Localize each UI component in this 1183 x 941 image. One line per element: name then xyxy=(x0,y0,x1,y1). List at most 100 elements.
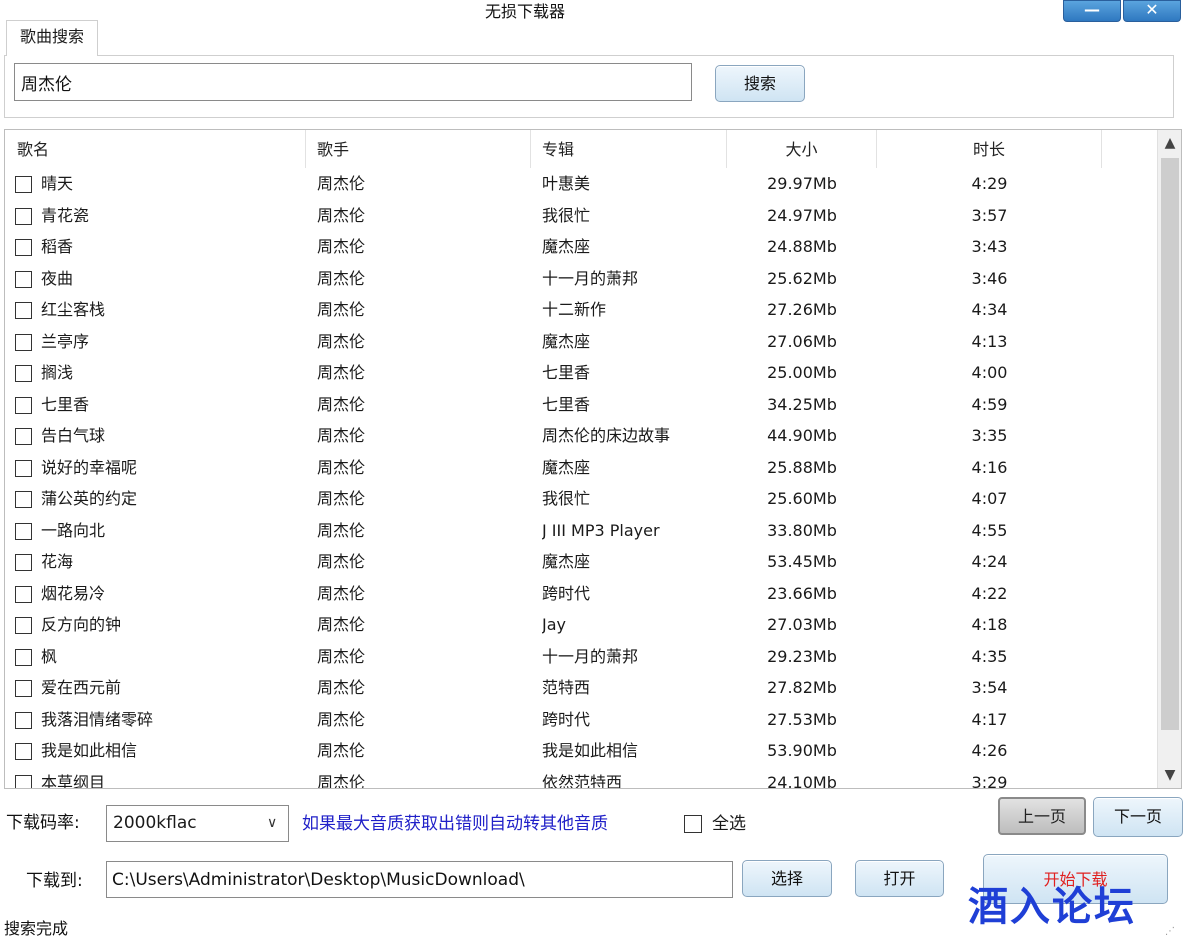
bitrate-select[interactable]: 2000kflac ∨ xyxy=(106,805,289,842)
artist-name: 周杰伦 xyxy=(317,520,366,540)
watermark-logo: 酒入论坛 xyxy=(968,884,1136,930)
artist-name: 周杰伦 xyxy=(317,489,366,508)
row-checkbox[interactable] xyxy=(15,522,32,540)
row-checkbox[interactable] xyxy=(15,585,32,603)
vertical-scrollbar[interactable]: ▲ ▼ xyxy=(1157,130,1181,788)
duration: 4:55 xyxy=(971,520,1008,540)
scroll-thumb[interactable] xyxy=(1161,158,1179,730)
column-header-duration[interactable]: 时长 xyxy=(877,130,1102,168)
row-checkbox[interactable] xyxy=(15,302,32,319)
status-text: 搜索完成 xyxy=(4,919,69,938)
song-name: 兰亭序 xyxy=(41,331,90,351)
next-page-button[interactable]: 下一页 xyxy=(1093,797,1183,837)
row-checkbox[interactable] xyxy=(15,554,32,571)
search-button[interactable]: 搜索 xyxy=(715,65,805,102)
table-row[interactable]: 告白气球 周杰伦 周杰伦的床边故事 44.90Mb 3:35 xyxy=(5,420,1155,452)
column-header-name[interactable]: 歌名 xyxy=(5,130,306,168)
minimize-button[interactable]: — xyxy=(1063,0,1121,22)
row-checkbox[interactable] xyxy=(15,617,32,634)
table-row[interactable]: 夜曲 周杰伦 十一月的萧邦 25.62Mb 3:46 xyxy=(5,263,1155,295)
row-checkbox[interactable] xyxy=(15,270,32,288)
album-name: 叶惠美 xyxy=(542,174,591,193)
file-size: 23.66Mb xyxy=(767,583,837,603)
choose-folder-button[interactable]: 选择 xyxy=(742,860,832,897)
prev-page-button[interactable]: 上一页 xyxy=(998,797,1086,835)
file-size: 25.88Mb xyxy=(767,457,837,477)
row-checkbox[interactable] xyxy=(15,333,32,351)
scroll-up-arrow-icon[interactable]: ▲ xyxy=(1158,130,1181,156)
table-row[interactable]: 我落泪情绪零碎 周杰伦 跨时代 27.53Mb 4:17 xyxy=(5,704,1155,736)
duration: 4:17 xyxy=(971,709,1008,729)
file-size: 25.60Mb xyxy=(767,489,837,508)
file-size: 24.97Mb xyxy=(767,205,837,225)
row-checkbox[interactable] xyxy=(15,459,32,477)
table-row[interactable]: 红尘客栈 周杰伦 十二新作 27.26Mb 4:34 xyxy=(5,294,1155,326)
checkbox-icon[interactable] xyxy=(684,815,702,833)
row-checkbox[interactable] xyxy=(15,743,32,760)
column-header-album[interactable]: 专辑 xyxy=(531,130,727,168)
row-checkbox[interactable] xyxy=(15,680,32,697)
column-header-size[interactable]: 大小 xyxy=(727,130,877,168)
chevron-down-icon[interactable]: ∨ xyxy=(267,806,277,841)
row-checkbox[interactable] xyxy=(15,774,32,788)
row-checkbox[interactable] xyxy=(15,491,32,508)
song-table: 歌名 歌手 专辑 大小 时长 晴天 周杰伦 叶惠美 29.97Mb 4:29 青花瓷 周杰伦… xyxy=(4,129,1182,789)
table-row[interactable]: 搁浅 周杰伦 七里香 25.00Mb 4:00 xyxy=(5,357,1155,389)
file-size: 44.90Mb xyxy=(767,426,837,445)
song-name: 花海 xyxy=(41,552,74,571)
table-row[interactable]: 反方向的钟 周杰伦 Jay 27.03Mb 4:18 xyxy=(5,609,1155,641)
download-path-input[interactable] xyxy=(106,861,733,898)
song-name: 七里香 xyxy=(41,394,90,414)
row-checkbox[interactable] xyxy=(15,428,32,445)
artist-name: 周杰伦 xyxy=(317,678,366,697)
file-size: 27.82Mb xyxy=(767,678,837,697)
song-name: 稻香 xyxy=(41,237,74,256)
table-row[interactable]: 说好的幸福呢 周杰伦 魔杰座 25.88Mb 4:16 xyxy=(5,452,1155,484)
open-folder-button[interactable]: 打开 xyxy=(855,860,944,897)
file-size: 34.25Mb xyxy=(767,394,837,414)
tab-song-search[interactable]: 歌曲搜索 xyxy=(6,20,98,56)
artist-name: 周杰伦 xyxy=(317,394,366,414)
song-name: 告白气球 xyxy=(41,426,106,445)
artist-name: 周杰伦 xyxy=(317,552,366,571)
album-name: 范特西 xyxy=(542,678,591,697)
table-row[interactable]: 枫 周杰伦 十一月的萧邦 29.23Mb 4:35 xyxy=(5,641,1155,673)
close-button[interactable]: ✕ xyxy=(1123,0,1181,22)
song-name: 青花瓷 xyxy=(41,205,90,225)
table-row[interactable]: 七里香 周杰伦 七里香 34.25Mb 4:59 xyxy=(5,389,1155,421)
row-checkbox[interactable] xyxy=(15,711,32,729)
table-row[interactable]: 稻香 周杰伦 魔杰座 24.88Mb 3:43 xyxy=(5,231,1155,263)
table-row[interactable]: 晴天 周杰伦 叶惠美 29.97Mb 4:29 xyxy=(5,168,1155,200)
table-row[interactable]: 本草纲目 周杰伦 依然范特西 24.10Mb 3:29 xyxy=(5,767,1155,789)
row-checkbox[interactable] xyxy=(15,396,32,414)
row-checkbox[interactable] xyxy=(15,176,32,193)
table-row[interactable]: 爱在西元前 周杰伦 范特西 27.82Mb 3:54 xyxy=(5,672,1155,704)
album-name: 我很忙 xyxy=(542,489,591,508)
duration: 3:57 xyxy=(971,205,1008,225)
album-name: 依然范特西 xyxy=(542,772,623,789)
duration: 4:24 xyxy=(971,552,1008,571)
column-header-artist[interactable]: 歌手 xyxy=(306,130,531,168)
row-checkbox[interactable] xyxy=(15,207,32,225)
search-input[interactable] xyxy=(14,63,692,101)
artist-name: 周杰伦 xyxy=(317,205,366,225)
album-name: 周杰伦的床边故事 xyxy=(542,426,671,445)
row-checkbox[interactable] xyxy=(15,648,32,666)
table-row[interactable]: 蒲公英的约定 周杰伦 我很忙 25.60Mb 4:07 xyxy=(5,483,1155,515)
scroll-down-arrow-icon[interactable]: ▼ xyxy=(1158,762,1181,788)
artist-name: 周杰伦 xyxy=(317,426,366,445)
song-name: 蒲公英的约定 xyxy=(41,489,138,508)
table-row[interactable]: 花海 周杰伦 魔杰座 53.45Mb 4:24 xyxy=(5,546,1155,578)
table-row[interactable]: 烟花易冷 周杰伦 跨时代 23.66Mb 4:22 xyxy=(5,578,1155,610)
album-name: 魔杰座 xyxy=(542,237,591,256)
table-row[interactable]: 一路向北 周杰伦 J III MP3 Player 33.80Mb 4:55 xyxy=(5,515,1155,547)
duration: 4:13 xyxy=(971,331,1008,351)
table-row[interactable]: 我是如此相信 周杰伦 我是如此相信 53.90Mb 4:26 xyxy=(5,735,1155,767)
table-row[interactable]: 兰亭序 周杰伦 魔杰座 27.06Mb 4:13 xyxy=(5,326,1155,358)
resize-grip-icon[interactable]: ⋰ xyxy=(1165,925,1181,939)
row-checkbox[interactable] xyxy=(15,239,32,256)
row-checkbox[interactable] xyxy=(15,365,32,382)
table-row[interactable]: 青花瓷 周杰伦 我很忙 24.97Mb 3:57 xyxy=(5,200,1155,232)
file-size: 53.90Mb xyxy=(767,741,837,760)
select-all-label: 全选 xyxy=(712,814,746,834)
